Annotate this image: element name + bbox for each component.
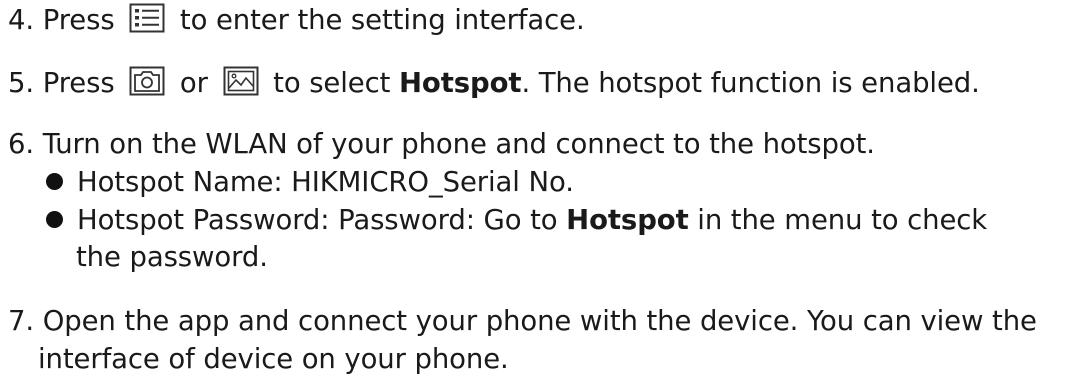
- bullet-item: Hotspot Password: Password: Go to Hotspo…: [46, 203, 987, 237]
- step-number: 7.: [8, 305, 35, 337]
- step-text: to select: [273, 67, 391, 99]
- step-7-continuation: interface of device on your phone.: [38, 342, 509, 376]
- camera-icon: [129, 66, 165, 96]
- step-text-end: . The hotspot function is enabled.: [521, 67, 980, 99]
- step-number: 4.: [8, 4, 35, 36]
- bullet-item: Hotspot Name: HIKMICRO_Serial No.: [46, 165, 574, 199]
- bullet-continuation: the password.: [76, 240, 268, 274]
- bullet-text: the password.: [76, 241, 268, 273]
- step-number: 5.: [8, 67, 35, 99]
- step-text: Press: [42, 67, 115, 99]
- bullet-text-end: in the menu to check: [697, 204, 988, 236]
- bullet-icon: [46, 172, 63, 190]
- step-6: 6. Turn on the WLAN of your phone and co…: [8, 127, 875, 161]
- bullet-icon: [46, 210, 63, 228]
- bullet-text: Hotspot Name: HIKMICRO_Serial No.: [77, 166, 574, 198]
- hotspot-term: Hotspot: [398, 67, 522, 99]
- step-text: Turn on the WLAN of your phone and conne…: [42, 128, 875, 160]
- step-number: 6.: [8, 128, 35, 160]
- step-text: Open the app and connect your phone with…: [42, 305, 1037, 337]
- manual-page: 4. Press to enter the setting interface.…: [0, 0, 1074, 383]
- hotspot-term: Hotspot: [566, 204, 689, 236]
- step-text: Press: [42, 4, 115, 36]
- gallery-icon: [223, 66, 259, 96]
- step-5: 5. Press or to select Hotspot. The hotsp…: [8, 66, 980, 100]
- menu-icon: [129, 3, 165, 33]
- step-text: interface of device on your phone.: [38, 343, 509, 375]
- step-text-end: to enter the setting interface.: [179, 4, 585, 36]
- or-text: or: [179, 67, 208, 99]
- bullet-text: Hotspot Password: Password: Go to: [77, 204, 558, 236]
- step-7: 7. Open the app and connect your phone w…: [8, 304, 1037, 338]
- step-4: 4. Press to enter the setting interface.: [8, 3, 585, 37]
